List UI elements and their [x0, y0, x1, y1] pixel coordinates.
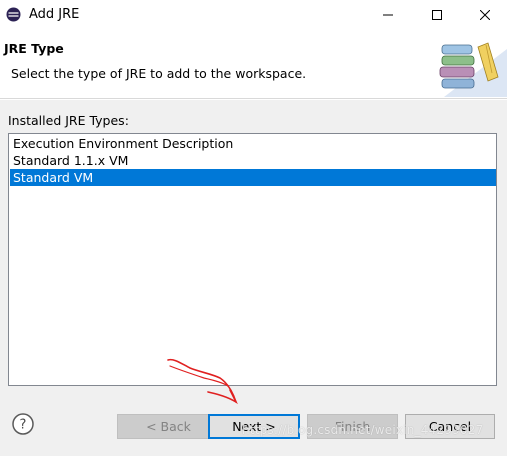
eclipse-icon: [6, 7, 21, 22]
back-button[interactable]: < Back: [117, 414, 220, 439]
page-description: Select the type of JRE to add to the wor…: [11, 66, 307, 81]
title-bar[interactable]: Add JRE: [0, 0, 507, 30]
library-books-icon: [439, 42, 507, 97]
wizard-body: Installed JRE Types: Execution Environme…: [0, 100, 507, 397]
wizard-footer: ? < Back Next > Finish Cancel: [0, 397, 507, 456]
maximize-button[interactable]: [414, 0, 460, 30]
minimize-button[interactable]: [365, 0, 411, 30]
maximize-icon: [432, 10, 442, 20]
list-item-standard-vm[interactable]: Standard VM: [10, 169, 496, 186]
finish-button[interactable]: Finish: [307, 414, 398, 439]
list-item-standard-11x-vm[interactable]: Standard 1.1.x VM: [10, 152, 496, 169]
page-title: JRE Type: [4, 41, 64, 56]
help-icon[interactable]: ?: [12, 413, 34, 435]
window-title: Add JRE: [29, 7, 80, 22]
next-button[interactable]: Next >: [208, 414, 300, 439]
help-glyph: ?: [20, 418, 27, 433]
jre-types-list[interactable]: Execution Environment Description Standa…: [8, 133, 497, 386]
minimize-icon: [383, 14, 393, 16]
close-icon: [480, 10, 490, 20]
installed-jre-types-label: Installed JRE Types:: [8, 113, 129, 128]
close-button[interactable]: [462, 0, 507, 30]
list-item-execution-environment[interactable]: Execution Environment Description: [10, 135, 496, 152]
cancel-button[interactable]: Cancel: [405, 414, 495, 439]
wizard-header: JRE Type Select the type of JRE to add t…: [0, 30, 507, 99]
